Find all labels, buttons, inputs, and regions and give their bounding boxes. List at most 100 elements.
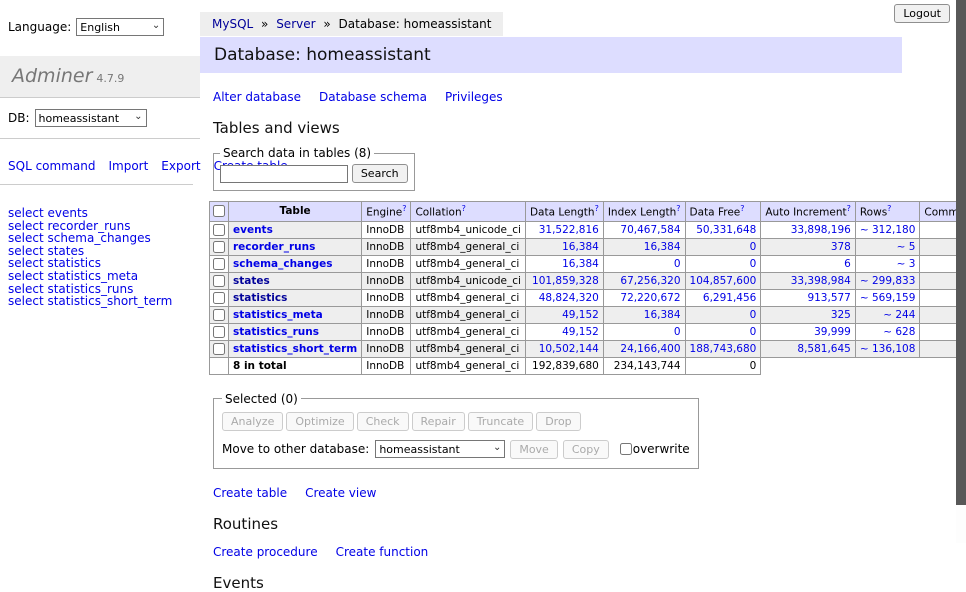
data-free-link[interactable]: 0 bbox=[750, 241, 757, 253]
sidebar-item-select-statistics-meta[interactable]: select statistics_meta bbox=[8, 270, 200, 283]
index-length-link[interactable]: 67,256,320 bbox=[620, 275, 680, 287]
move-buttons: MoveCopy bbox=[505, 440, 608, 459]
help-link[interactable]: ? bbox=[847, 204, 851, 213]
row-checkbox[interactable] bbox=[213, 241, 225, 253]
row-checkbox[interactable] bbox=[213, 224, 225, 236]
row-checkbox-cell bbox=[210, 255, 229, 272]
rows-link[interactable]: ~ 628 bbox=[883, 326, 915, 338]
link-create-procedure[interactable]: Create procedure bbox=[213, 545, 318, 559]
table-link-statistics[interactable]: statistics bbox=[233, 292, 287, 304]
table-link-states[interactable]: states bbox=[233, 275, 270, 287]
sidebar-action-import[interactable]: Import bbox=[108, 159, 148, 173]
nav-link-alter-database[interactable]: Alter database bbox=[213, 90, 301, 104]
check-button: Check bbox=[357, 412, 409, 431]
data-length-link[interactable]: 49,152 bbox=[562, 309, 599, 321]
row-checkbox[interactable] bbox=[213, 309, 225, 321]
rows-link[interactable]: ~ 244 bbox=[883, 309, 915, 321]
data-free-link[interactable]: 0 bbox=[750, 309, 757, 321]
table-link-statistics-short-term[interactable]: statistics_short_term bbox=[233, 343, 357, 355]
rows-link[interactable]: ~ 312,180 bbox=[860, 224, 916, 236]
scrollbar-thumb[interactable] bbox=[956, 0, 966, 505]
data-free-link[interactable]: 50,331,648 bbox=[696, 224, 756, 236]
auto-increment-link[interactable]: 8,581,645 bbox=[797, 343, 850, 355]
db-select[interactable]: homeassistant bbox=[35, 109, 147, 127]
index-length-link[interactable]: 72,220,672 bbox=[620, 292, 680, 304]
nav-link-privileges[interactable]: Privileges bbox=[445, 90, 503, 104]
nav-link-database-schema[interactable]: Database schema bbox=[319, 90, 427, 104]
select-all-checkbox[interactable] bbox=[213, 205, 225, 217]
row-checkbox[interactable] bbox=[213, 292, 225, 304]
language-select[interactable]: English bbox=[76, 18, 164, 36]
sidebar-item-select-schema-changes[interactable]: select schema_changes bbox=[8, 232, 200, 245]
rows-cell: ~ 3 bbox=[855, 255, 920, 272]
search-input[interactable] bbox=[220, 165, 348, 183]
table-name-cell: events bbox=[229, 221, 362, 238]
index-length-link[interactable]: 16,384 bbox=[644, 241, 681, 253]
data-free-link[interactable]: 104,857,600 bbox=[690, 275, 757, 287]
data-length-link[interactable]: 10,502,144 bbox=[539, 343, 599, 355]
data-length-link[interactable]: 31,522,816 bbox=[539, 224, 599, 236]
help-link[interactable]: ? bbox=[887, 204, 891, 213]
data-free-link[interactable]: 0 bbox=[750, 326, 757, 338]
rows-link[interactable]: ~ 136,108 bbox=[860, 343, 916, 355]
data-length-link[interactable]: 101,859,328 bbox=[532, 275, 599, 287]
breadcrumb-item-server[interactable]: Server bbox=[276, 17, 315, 31]
data-length-link[interactable]: 49,152 bbox=[562, 326, 599, 338]
auto-increment-link[interactable]: 33,398,984 bbox=[791, 275, 851, 287]
auto-increment-link[interactable]: 913,577 bbox=[807, 292, 850, 304]
table-link-schema-changes[interactable]: schema_changes bbox=[233, 258, 333, 270]
data-free-link[interactable]: 6,291,456 bbox=[703, 292, 756, 304]
help-link[interactable]: ? bbox=[676, 204, 680, 213]
data-length-link[interactable]: 48,824,320 bbox=[539, 292, 599, 304]
sidebar-action-sql-command[interactable]: SQL command bbox=[8, 159, 95, 173]
index-length-link[interactable]: 0 bbox=[674, 326, 681, 338]
sidebar-action-export[interactable]: Export bbox=[161, 159, 200, 173]
link-create-view[interactable]: Create view bbox=[305, 486, 376, 500]
table-link-statistics-runs[interactable]: statistics_runs bbox=[233, 326, 319, 338]
table-row-events: eventsInnoDButf8mb4_unicode_ci31,522,816… bbox=[210, 221, 966, 238]
vertical-scrollbar[interactable] bbox=[956, 0, 966, 543]
selected-fieldset: Selected (0) AnalyzeOptimizeCheckRepairT… bbox=[213, 392, 699, 469]
breadcrumb-item-mysql[interactable]: MySQL bbox=[212, 17, 253, 31]
rows-link[interactable]: ~ 299,833 bbox=[860, 275, 916, 287]
table-row-recorder-runs: recorder_runsInnoDButf8mb4_general_ci16,… bbox=[210, 238, 966, 255]
sidebar-item-select-statistics-short-term[interactable]: select statistics_short_term bbox=[8, 295, 200, 308]
help-link[interactable]: ? bbox=[595, 204, 599, 213]
index-length-link[interactable]: 24,166,400 bbox=[620, 343, 680, 355]
row-checkbox[interactable] bbox=[213, 275, 225, 287]
overwrite-checkbox[interactable] bbox=[620, 443, 632, 455]
data-length-link[interactable]: 16,384 bbox=[562, 241, 599, 253]
data-length-link[interactable]: 16,384 bbox=[562, 258, 599, 270]
index-length-link[interactable]: 70,467,584 bbox=[620, 224, 680, 236]
row-checkbox[interactable] bbox=[213, 343, 225, 355]
table-row-schema-changes: schema_changesInnoDButf8mb4_general_ci16… bbox=[210, 255, 966, 272]
sidebar-item-select-events[interactable]: select events bbox=[8, 207, 200, 220]
total-empty-cell bbox=[761, 357, 856, 374]
rows-link[interactable]: ~ 5 bbox=[897, 241, 916, 253]
auto-increment-link[interactable]: 39,999 bbox=[814, 326, 851, 338]
engine-cell: InnoDB bbox=[362, 306, 411, 323]
help-link[interactable]: ? bbox=[402, 204, 406, 213]
auto-increment-link[interactable]: 6 bbox=[844, 258, 851, 270]
rows-link[interactable]: ~ 569,159 bbox=[860, 292, 916, 304]
link-create-function[interactable]: Create function bbox=[336, 545, 429, 559]
data-free-link[interactable]: 188,743,680 bbox=[690, 343, 757, 355]
auto-increment-link[interactable]: 33,898,196 bbox=[791, 224, 851, 236]
row-checkbox[interactable] bbox=[213, 326, 225, 338]
table-link-events[interactable]: events bbox=[233, 224, 273, 236]
index-length-link[interactable]: 16,384 bbox=[644, 309, 681, 321]
help-link[interactable]: ? bbox=[462, 204, 466, 213]
search-button[interactable]: Search bbox=[352, 164, 408, 183]
move-db-select[interactable]: homeassistant bbox=[375, 440, 505, 458]
auto-increment-link[interactable]: 325 bbox=[831, 309, 851, 321]
data-free-link[interactable]: 0 bbox=[750, 258, 757, 270]
help-link[interactable]: ? bbox=[740, 204, 744, 213]
rows-link[interactable]: ~ 3 bbox=[897, 258, 916, 270]
table-link-recorder-runs[interactable]: recorder_runs bbox=[233, 241, 315, 253]
logout-button[interactable]: Logout bbox=[894, 4, 950, 23]
index-length-link[interactable]: 0 bbox=[674, 258, 681, 270]
row-checkbox[interactable] bbox=[213, 258, 225, 270]
auto-increment-link[interactable]: 378 bbox=[831, 241, 851, 253]
link-create-table[interactable]: Create table bbox=[213, 486, 287, 500]
table-link-statistics-meta[interactable]: statistics_meta bbox=[233, 309, 323, 321]
